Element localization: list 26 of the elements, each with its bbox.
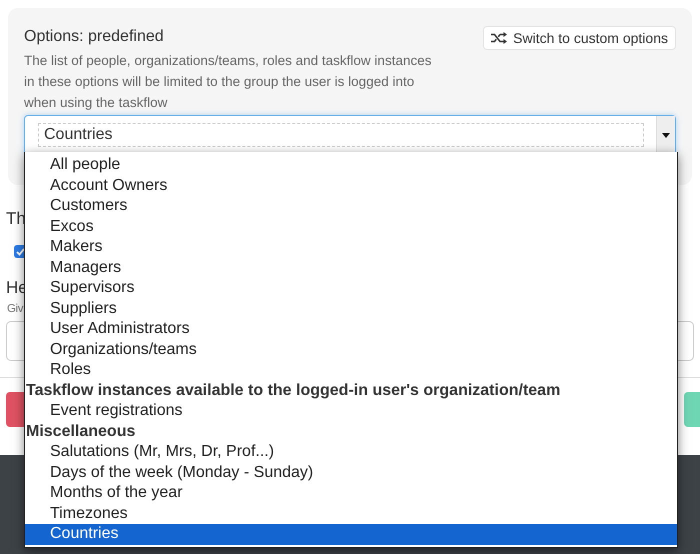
- description: The list of people, organizations/teams, roles and taskflow instances in these options will be limited to the group the user is logged into when using the taskflow: [24, 52, 432, 112]
- section-title: Options: predefined: [24, 28, 164, 46]
- dropdown-option[interactable]: Days of the week (Monday - Sunday): [25, 462, 677, 483]
- select-field[interactable]: Countries: [24, 115, 676, 155]
- dropdown-option[interactable]: Salutations (Mr, Mrs, Dr, Prof...): [25, 442, 677, 462]
- dropdown-option[interactable]: Roles: [25, 360, 677, 380]
- dropdown-option[interactable]: Timezones: [25, 504, 677, 524]
- dropdown-option[interactable]: Excos: [25, 216, 677, 237]
- field-hint: Giv: [7, 303, 24, 315]
- option-group-label: Miscellaneous: [25, 422, 136, 442]
- shuffle-icon: [491, 32, 508, 44]
- dropdown-option[interactable]: Managers: [25, 258, 677, 278]
- dropdown-option[interactable]: Event registrations: [25, 401, 677, 422]
- dropdown-option[interactable]: User Administrators: [25, 319, 677, 340]
- dropdown-option[interactable]: Suppliers: [25, 298, 677, 319]
- dropdown-option[interactable]: Account Owners: [25, 176, 677, 196]
- dropdown-option[interactable]: Countries: [25, 524, 677, 544]
- option-group-label: Taskflow instances available to the logged-in user's organization/team: [25, 380, 562, 400]
- dropdown-option[interactable]: Supervisors: [25, 278, 677, 298]
- dropdown-option[interactable]: Months of the year: [25, 483, 677, 504]
- select-value: Countries: [38, 123, 644, 147]
- dropdown-option[interactable]: Makers: [25, 237, 677, 258]
- switch-button[interactable]: Switch to custom options: [483, 26, 676, 50]
- dropdown-option[interactable]: All people: [25, 155, 677, 176]
- dropdown-option[interactable]: Customers: [25, 196, 677, 216]
- dropdown-option[interactable]: Organizations/teams: [25, 340, 677, 360]
